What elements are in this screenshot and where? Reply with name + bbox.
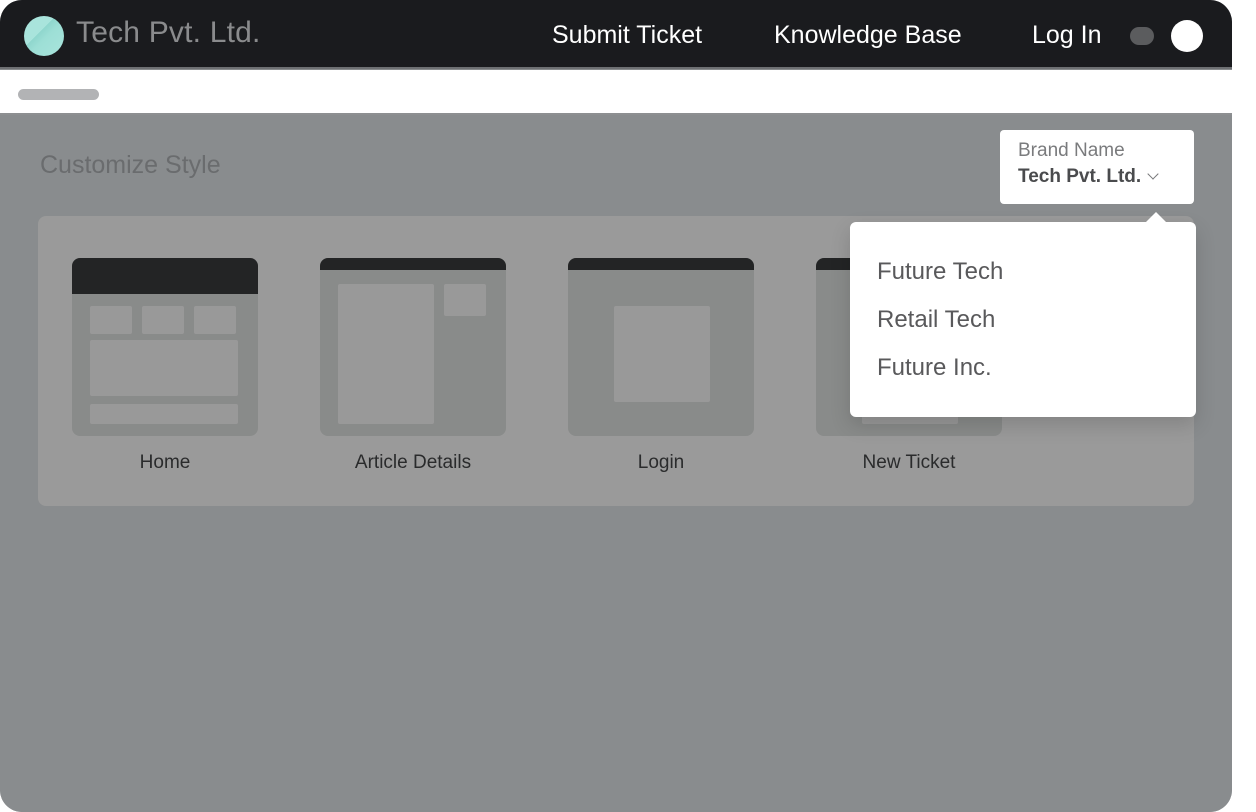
brand-name-label: Brand Name (1018, 140, 1125, 161)
breadcrumb-placeholder (18, 89, 99, 100)
app-window: Tech Pvt. Ltd. Submit Ticket Knowledge B… (0, 0, 1232, 812)
template-thumbnail-home (72, 258, 258, 436)
nav-knowledge-base[interactable]: Knowledge Base (774, 21, 962, 50)
template-label: Article Details (354, 452, 472, 473)
thumbnail-block (614, 306, 710, 402)
nav-submit-ticket[interactable]: Submit Ticket (552, 21, 702, 50)
thumbnail-block (90, 340, 238, 396)
dropdown-option-retail-tech[interactable]: Retail Tech (850, 302, 1196, 350)
dropdown-option-future-tech[interactable]: Future Tech (850, 254, 1196, 302)
thumbnail-header (320, 258, 506, 270)
brand-name-value: Tech Pvt. Ltd. (1018, 166, 1142, 187)
brand-name-select[interactable]: Brand Name Tech Pvt. Ltd. (1000, 130, 1194, 204)
template-label: New Ticket (862, 452, 956, 473)
chevron-down-icon (1147, 168, 1159, 180)
thumbnail-block (90, 404, 238, 424)
template-home[interactable]: Home (72, 258, 258, 474)
brand-logo-icon[interactable] (24, 16, 64, 56)
thumbnail-block (338, 284, 434, 424)
thumbnail-block (142, 306, 184, 334)
thumbnail-block (194, 306, 236, 334)
dropdown-option-future-inc[interactable]: Future Inc. (850, 350, 1196, 398)
breadcrumb-bar (0, 70, 1232, 115)
thumbnail-block (444, 284, 486, 316)
brand-title[interactable]: Tech Pvt. Ltd. (76, 16, 261, 50)
template-login[interactable]: Login (568, 258, 754, 474)
nav-log-in[interactable]: Log In (1032, 21, 1102, 50)
template-label: Login (637, 452, 685, 473)
thumbnail-header (72, 258, 258, 294)
top-nav-bar: Tech Pvt. Ltd. Submit Ticket Knowledge B… (0, 0, 1232, 69)
thumbnail-block (90, 306, 132, 334)
brand-name-dropdown-menu: Future Tech Retail Tech Future Inc. (850, 212, 1196, 417)
template-label: Home (139, 452, 191, 473)
thumbnail-header (568, 258, 754, 270)
main-content: Customize Style Brand Name Tech Pvt. Ltd… (0, 117, 1232, 812)
theme-toggle-track[interactable] (1130, 27, 1154, 45)
theme-toggle-knob[interactable] (1171, 20, 1203, 52)
page-title: Customize Style (40, 151, 221, 179)
template-thumbnail-login (568, 258, 754, 436)
template-thumbnail-article-details (320, 258, 506, 436)
template-article-details[interactable]: Article Details (320, 258, 506, 474)
